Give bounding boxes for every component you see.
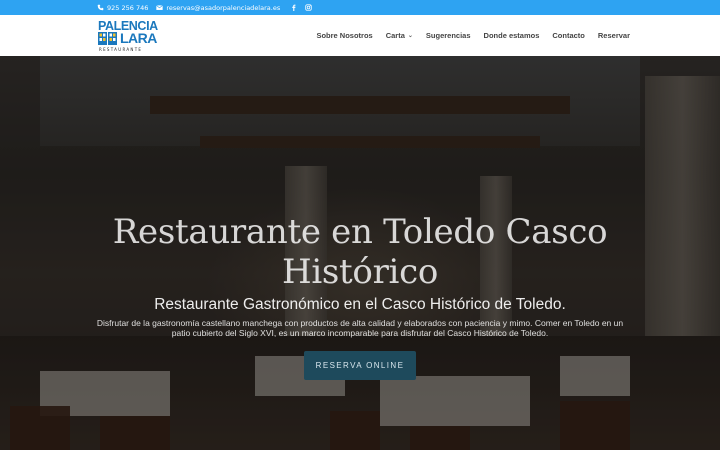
hero-title: Restaurante en Toledo Casco Histórico [112,212,608,292]
email-contact[interactable]: reservas@asadorpalenciadelara.es [156,4,280,12]
logo-text-line2: LARA [120,30,157,46]
main-nav: Sobre Nosotros Carta ⌄ Sugerencias Donde … [316,15,630,56]
phone-contact[interactable]: 925 256 746 [97,4,148,12]
nav-item-sugerencias[interactable]: Sugerencias [426,31,471,40]
hero-content: Restaurante en Toledo Casco Histórico Re… [0,56,720,450]
nav-item-sobre-nosotros[interactable]: Sobre Nosotros [316,31,372,40]
nav-label: Sugerencias [425,31,471,40]
nav-item-contacto[interactable]: Contacto [552,31,585,40]
nav-label: Carta [385,31,405,40]
facebook-icon[interactable] [290,4,297,11]
logo-text-line3: RESTAURANTE [99,47,143,52]
top-bar: 925 256 746 reservas@asadorpalenciadelar… [0,0,720,15]
hero-description: Disfrutar de la gastronomía castellano m… [96,318,624,338]
main-header: PALENCIA LARA RESTAURANTE Sobre Nosotros… [0,15,720,56]
nav-item-donde-estamos[interactable]: Donde estamos [484,31,540,40]
coat-of-arms-icon [98,32,117,45]
nav-label: Sobre Nosotros [316,31,373,40]
nav-label: Donde estamos [483,31,540,40]
email-address: reservas@asadorpalenciadelara.es [166,3,281,12]
nav-label: Contacto [552,31,585,40]
instagram-icon[interactable] [305,4,312,11]
nav-item-carta[interactable]: Carta ⌄ [386,31,413,40]
social-links [290,4,312,11]
hero-section: Restaurante en Toledo Casco Histórico Re… [0,56,720,450]
phone-number: 925 256 746 [107,3,149,12]
phone-icon [97,4,104,11]
envelope-icon [156,5,164,10]
nav-label: Reservar [597,31,630,40]
site-logo[interactable]: PALENCIA LARA RESTAURANTE [98,20,172,53]
hero-subtitle: Restaurante Gastronómico en el Casco His… [154,296,566,313]
chevron-down-icon: ⌄ [407,33,413,39]
nav-item-reservar[interactable]: Reservar [598,31,630,40]
reserva-online-button[interactable]: RESERVA ONLINE [304,351,416,380]
